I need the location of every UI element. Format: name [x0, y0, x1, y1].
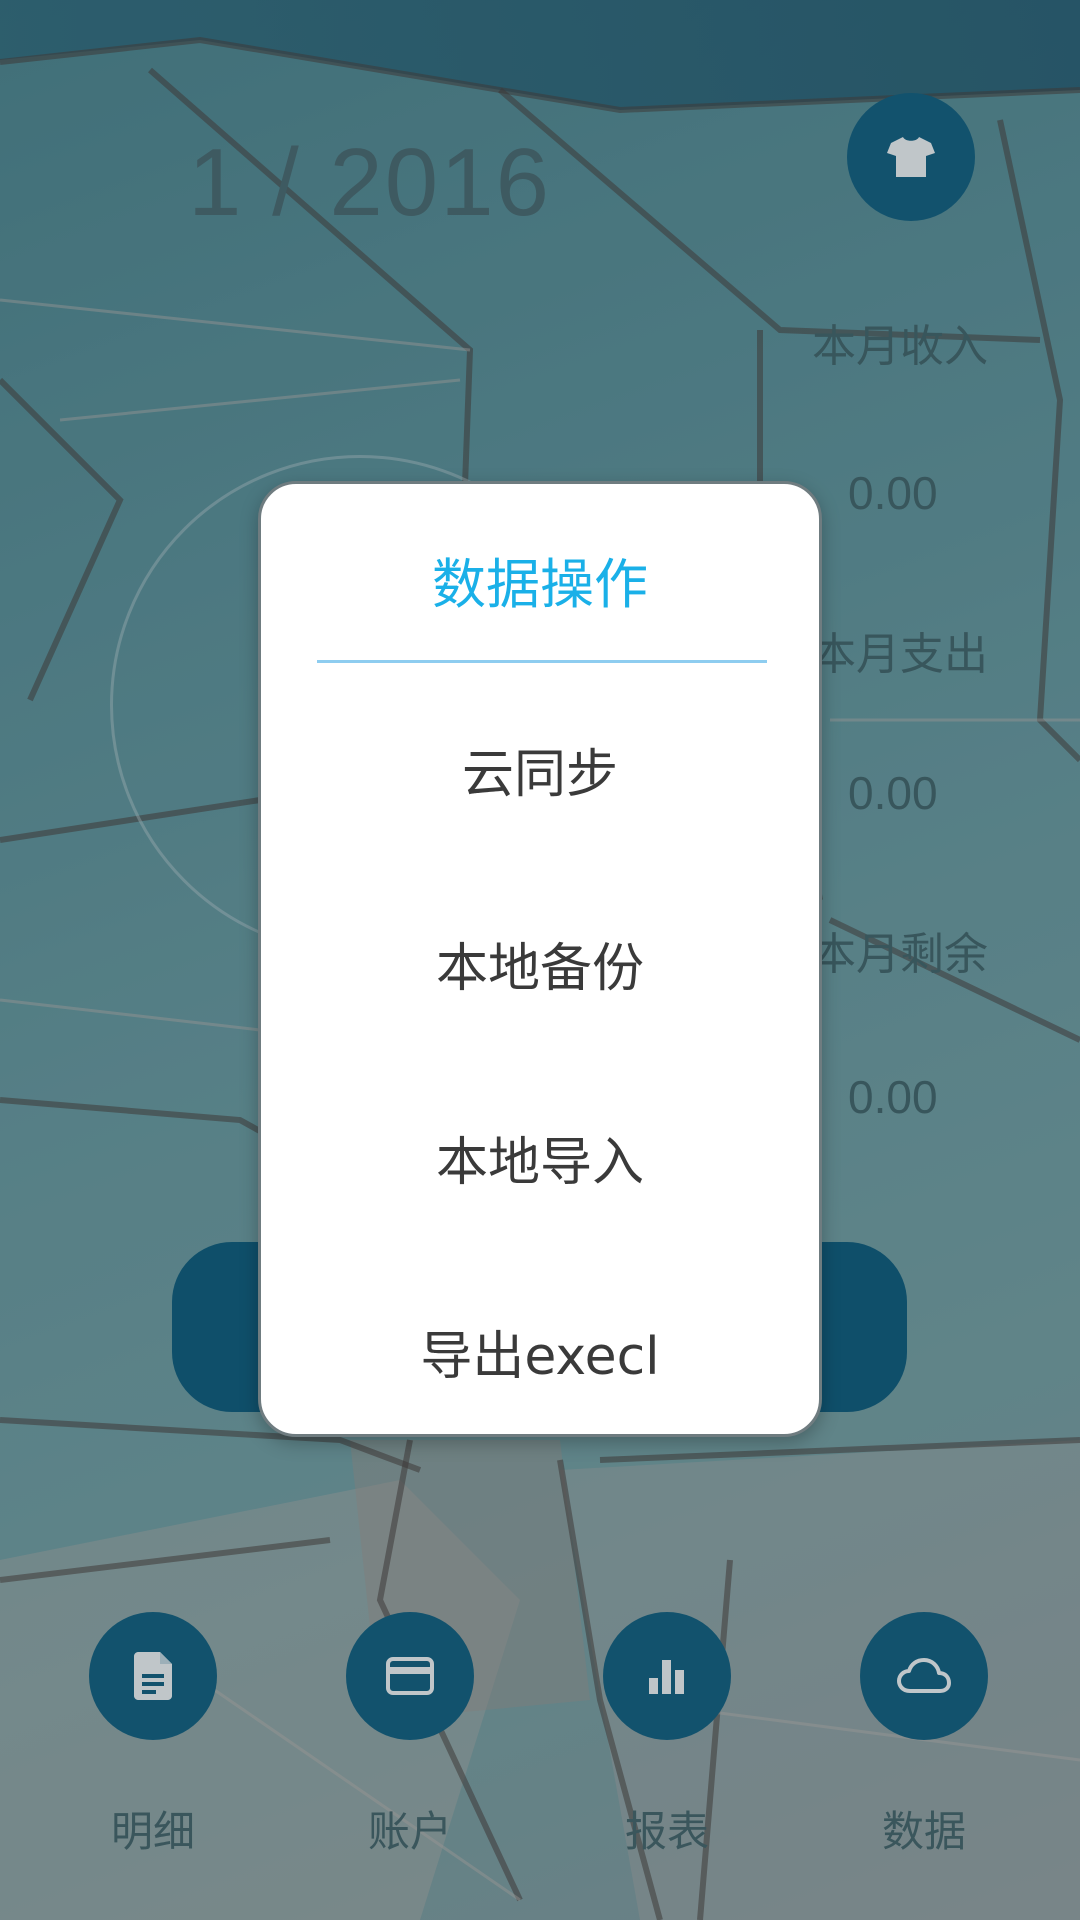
app-screen: 1 / 2016 本月收入 0.00 本月支出 0.00 本月剩余 0.00 明…: [0, 0, 1080, 1920]
data-operations-dialog: 数据操作 云同步 本地备份 本地导入 导出execl: [258, 481, 822, 1437]
cloud-sync-option[interactable]: 云同步: [261, 732, 819, 807]
export-excel-option[interactable]: 导出execl: [261, 1314, 819, 1389]
local-backup-option[interactable]: 本地备份: [261, 926, 819, 1001]
local-import-option[interactable]: 本地导入: [261, 1120, 819, 1195]
dialog-divider: [317, 660, 767, 663]
dialog-title: 数据操作: [432, 553, 648, 616]
